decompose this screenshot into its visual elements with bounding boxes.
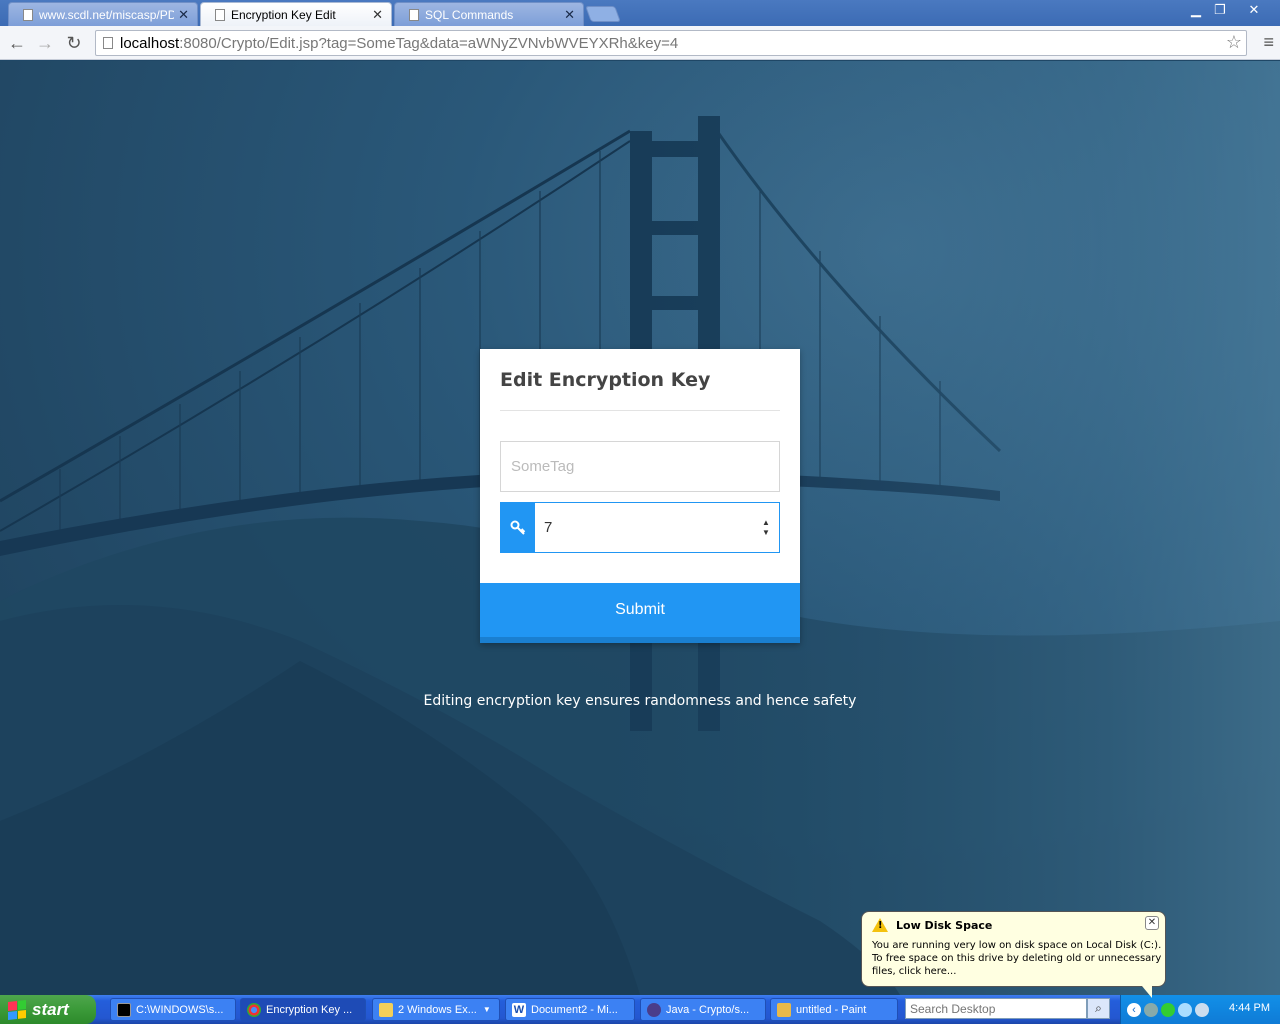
taskbar-item-paint[interactable]: untitled - Paint bbox=[770, 998, 898, 1021]
taskbar-item-label: Encryption Key ... bbox=[266, 1003, 353, 1016]
tab-scdl[interactable]: www.scdl.net/miscasp/PDFS ✕ bbox=[8, 2, 198, 26]
search-desktop-input[interactable] bbox=[905, 998, 1087, 1019]
page-content: Edit Encryption Key ▲ ▼ Submit Editing e… bbox=[0, 61, 1280, 995]
tab-encryption-key-edit[interactable]: Encryption Key Edit ✕ bbox=[200, 2, 392, 26]
search-icon[interactable]: ⌕ bbox=[1087, 998, 1110, 1019]
antivirus-icon[interactable] bbox=[1161, 1002, 1175, 1017]
tab-strip: www.scdl.net/miscasp/PDFS ✕ Encryption K… bbox=[0, 0, 1280, 26]
word-icon: W bbox=[512, 1002, 526, 1017]
balloon-tail bbox=[1142, 986, 1152, 998]
taskbar-item-explorer[interactable]: 2 Windows Ex... ▼ bbox=[372, 998, 500, 1021]
page-icon bbox=[215, 8, 225, 21]
taskbar: start C:\WINDOWS\s... Encryption Key ...… bbox=[0, 995, 1280, 1024]
close-window-button[interactable]: ✕ bbox=[1242, 1, 1266, 19]
taskbar-item-label: C:\WINDOWS\s... bbox=[136, 1003, 224, 1016]
key-icon bbox=[501, 503, 535, 552]
page-icon bbox=[23, 8, 33, 21]
page-icon bbox=[409, 8, 419, 21]
spin-up-icon[interactable]: ▲ bbox=[762, 518, 770, 528]
submit-button[interactable]: Submit bbox=[480, 583, 800, 643]
tab-title: SQL Commands bbox=[425, 7, 514, 22]
back-button[interactable]: ← bbox=[6, 32, 28, 54]
taskbar-item-chrome[interactable]: Encryption Key ... bbox=[240, 998, 366, 1021]
close-icon[interactable]: ✕ bbox=[1145, 916, 1159, 930]
taskbar-item-label: untitled - Paint bbox=[796, 1003, 867, 1016]
close-icon[interactable]: ✕ bbox=[564, 7, 575, 23]
taskbar-item-label: 2 Windows Ex... bbox=[398, 1003, 477, 1016]
start-button[interactable]: start bbox=[0, 995, 96, 1024]
chrome-icon bbox=[247, 1002, 261, 1017]
bookmark-star-icon[interactable]: ☆ bbox=[1226, 32, 1242, 53]
forward-button[interactable]: → bbox=[34, 32, 56, 54]
minimize-button[interactable]: ▁ bbox=[1184, 1, 1208, 19]
close-icon[interactable]: ✕ bbox=[372, 7, 383, 23]
address-bar[interactable]: localhost:8080/Crypto/Edit.jsp?tag=SomeT… bbox=[95, 30, 1247, 56]
reload-button[interactable]: ↻ bbox=[63, 32, 85, 54]
eclipse-icon bbox=[647, 1002, 661, 1017]
url-text[interactable]: localhost:8080/Crypto/Edit.jsp?tag=SomeT… bbox=[120, 35, 678, 52]
taskbar-item-label: Java - Crypto/s... bbox=[666, 1003, 750, 1016]
new-tab-button[interactable] bbox=[585, 6, 621, 22]
system-tray: ‹ 4:44 PM bbox=[1120, 995, 1280, 1024]
connection-icon[interactable] bbox=[1178, 1002, 1192, 1017]
start-label: start bbox=[32, 999, 69, 1019]
balloon-body[interactable]: You are running very low on disk space o… bbox=[872, 939, 1162, 978]
tab-title: Encryption Key Edit bbox=[231, 7, 336, 22]
folder-icon bbox=[379, 1002, 393, 1017]
restore-button[interactable]: ❐ bbox=[1208, 1, 1232, 19]
key-input-group: ▲ ▼ bbox=[500, 502, 780, 553]
taskbar-item-label: Document2 - Mi... bbox=[531, 1003, 618, 1016]
balloon-title: Low Disk Space bbox=[896, 919, 993, 932]
tag-input[interactable] bbox=[500, 441, 780, 492]
clock: 4:44 PM bbox=[1229, 1002, 1270, 1014]
network-icon[interactable] bbox=[1144, 1002, 1158, 1017]
tab-sql-commands[interactable]: SQL Commands ✕ bbox=[394, 2, 584, 26]
speaker-icon[interactable] bbox=[1195, 1002, 1209, 1017]
taskbar-item-eclipse[interactable]: Java - Crypto/s... bbox=[640, 998, 766, 1021]
close-icon[interactable]: ✕ bbox=[178, 7, 189, 23]
low-disk-space-balloon[interactable]: ! Low Disk Space ✕ You are running very … bbox=[861, 911, 1166, 998]
spin-down-icon[interactable]: ▼ bbox=[762, 528, 770, 538]
number-spinner[interactable]: ▲ ▼ bbox=[753, 503, 779, 552]
page-icon bbox=[103, 37, 113, 49]
divider bbox=[500, 410, 780, 411]
key-number-input[interactable] bbox=[535, 503, 753, 552]
tray-expand-icon[interactable]: ‹ bbox=[1127, 1002, 1141, 1017]
url-path: :8080/Crypto/Edit.jsp?tag=SomeTag&data=a… bbox=[179, 35, 679, 52]
taskbar-item-word[interactable]: W Document2 - Mi... bbox=[505, 998, 635, 1021]
browser-toolbar: ← → ↻ localhost:8080/Crypto/Edit.jsp?tag… bbox=[0, 26, 1280, 60]
taskbar-item-cmd[interactable]: C:\WINDOWS\s... bbox=[110, 998, 236, 1021]
paint-icon bbox=[777, 1002, 791, 1017]
url-host: localhost bbox=[120, 35, 180, 52]
card-title: Edit Encryption Key bbox=[500, 369, 711, 391]
menu-icon[interactable]: ≡ bbox=[1263, 32, 1274, 53]
tagline-text: Editing encryption key ensures randomnes… bbox=[423, 693, 857, 709]
warning-icon: ! bbox=[872, 918, 888, 932]
edit-key-card: Edit Encryption Key ▲ ▼ Submit bbox=[480, 349, 800, 643]
console-icon bbox=[117, 1002, 131, 1017]
chevron-down-icon[interactable]: ▼ bbox=[483, 1005, 491, 1014]
windows-logo-icon bbox=[8, 999, 26, 1020]
tab-title: www.scdl.net/miscasp/PDFS bbox=[39, 7, 175, 22]
